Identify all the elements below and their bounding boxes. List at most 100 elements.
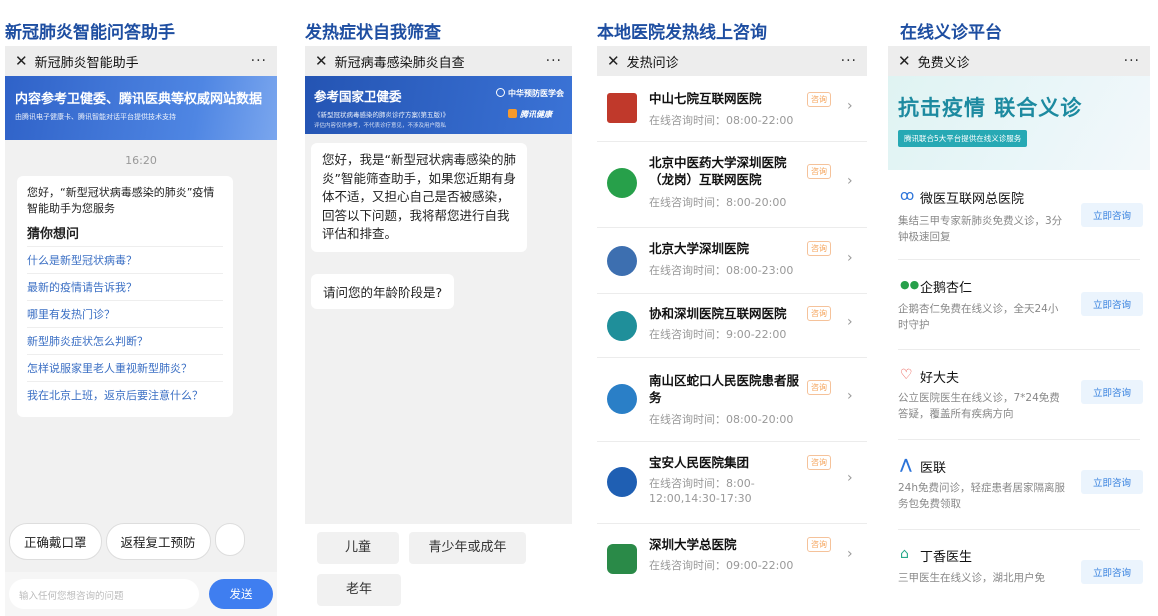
panel-free-consult: 在线义诊平台 ✕ 免费义诊 ··· 抗击疫情 联合义诊 腾讯联合5大平台提供在线… bbox=[888, 0, 1150, 616]
consult-tag: 咨询 bbox=[807, 537, 831, 552]
consult-now-button[interactable]: 立即咨询 bbox=[1081, 380, 1143, 404]
quick-reply-chips: 正确戴口罩 返程复工预防 bbox=[5, 523, 245, 560]
panel-ai-assistant: 新冠肺炎智能问答助手 ✕ 新冠肺炎智能助手 ··· 内容参考卫健委、腾讯医典等权… bbox=[5, 0, 277, 616]
age-question: 请问您的年龄阶段是? bbox=[311, 274, 455, 309]
banner-title: 抗击疫情 联合义诊 bbox=[898, 96, 1083, 120]
section-title: 本地医院发热线上咨询 bbox=[597, 23, 767, 43]
option-child[interactable]: 儿童 bbox=[317, 532, 399, 564]
hospital-row[interactable]: 中山七院互联网医院 在线咨询时间：08:00-22:00 咨询 › bbox=[597, 76, 867, 142]
platform-row[interactable]: ♡ 好大夫 公立医院医生在线义诊，7*24免费答疑，覆盖所有疾病方向 立即咨询 bbox=[898, 350, 1143, 440]
suggested-question[interactable]: 最新的疫情请告诉我？ bbox=[27, 273, 223, 300]
hospital-logo-icon bbox=[607, 311, 637, 341]
chevron-right-icon: › bbox=[847, 388, 853, 404]
close-icon[interactable]: ✕ bbox=[607, 52, 620, 70]
penguin-icon: ●● bbox=[900, 278, 920, 291]
section-title: 新冠肺炎智能问答助手 bbox=[5, 23, 175, 43]
hospital-logo-icon bbox=[607, 246, 637, 276]
chip-mask[interactable]: 正确戴口罩 bbox=[9, 523, 102, 560]
consult-now-button[interactable]: 立即咨询 bbox=[1081, 470, 1143, 494]
chat-area: 您好，我是“新型冠状病毒感染的肺炎”智能筛查助手，如果您近期有身体不适，又担心自… bbox=[305, 134, 572, 616]
hospital-logo-icon bbox=[607, 168, 637, 198]
platform-row[interactable]: ●● 企鹅杏仁 企鹅杏仁免费在线义诊，全天24小时守护 立即咨询 bbox=[898, 260, 1143, 350]
consult-hours: 在线咨询时间：09:00-22:00 bbox=[649, 559, 794, 572]
consult-hours: 在线咨询时间：9:00-22:00 bbox=[649, 328, 787, 341]
banner-title: 内容参考卫健委、腾讯医典等权威网站数据 bbox=[15, 92, 263, 107]
hospital-logo-icon bbox=[607, 467, 637, 497]
close-icon[interactable]: ✕ bbox=[315, 52, 328, 70]
panel-self-check: 发热症状自我筛查 ✕ 新冠病毒感染肺炎自查 ··· 参考国家卫健委 《新型冠状病… bbox=[305, 0, 572, 616]
close-icon[interactable]: ✕ bbox=[898, 52, 911, 70]
chat-timestamp: 16:20 bbox=[125, 154, 157, 167]
platform-row[interactable]: ⋀ 医联 24h免费问诊，轻症患者居家隔离服务包免费领取 立即咨询 bbox=[898, 440, 1143, 530]
hospital-row[interactable]: 南山区蛇口人民医院患者服务 在线咨询时间：08:00-20:00 咨询 › bbox=[597, 358, 867, 442]
phone-screen: ✕ 新冠肺炎智能助手 ··· 内容参考卫健委、腾讯医典等权威网站数据 由腾讯电子… bbox=[5, 46, 277, 616]
nav-bar: ✕ 免费义诊 ··· bbox=[888, 46, 1150, 76]
hospital-name: 中山七院互联网医院 bbox=[649, 91, 762, 106]
hospital-name: 深圳大学总医院 bbox=[649, 537, 737, 552]
tencent-health-label: 腾讯健康 bbox=[520, 110, 552, 119]
nav-title: 新冠肺炎智能助手 bbox=[34, 55, 139, 71]
more-icon[interactable]: ··· bbox=[251, 53, 267, 69]
hospital-row[interactable]: 宝安人民医院集团 在线咨询时间：8:00-12:00,14:30-17:30 咨… bbox=[597, 442, 867, 524]
nav-title: 发热问诊 bbox=[626, 55, 679, 71]
close-icon[interactable]: ✕ bbox=[15, 52, 28, 70]
suggested-question[interactable]: 怎样说服家里老人重视新型肺炎？ bbox=[27, 354, 223, 381]
input-bar: 输入任何您想咨询的问题 发送 bbox=[5, 572, 277, 616]
platform-row[interactable]: ꝏ 微医互联网总医院 集结三甲专家新肺炎免费义诊，3分钟极速回复 立即咨询 bbox=[898, 170, 1143, 260]
hospital-row[interactable]: 协和深圳医院互联网医院 在线咨询时间：9:00-22:00 咨询 › bbox=[597, 294, 867, 358]
chevron-right-icon: › bbox=[847, 173, 853, 189]
suggested-question[interactable]: 哪里有发热门诊？ bbox=[27, 300, 223, 327]
panel-hospitals: 本地医院发热线上咨询 ✕ 发热问诊 ··· 中山七院互联网医院 在线咨询时间：0… bbox=[597, 0, 867, 616]
more-icon[interactable]: ··· bbox=[841, 53, 857, 69]
suggested-question[interactable]: 我在北京上班，返京后要注意什么？ bbox=[27, 381, 223, 408]
tencent-health-logo: 腾讯健康 bbox=[508, 109, 552, 120]
hospital-row[interactable]: 北京大学深圳医院 在线咨询时间：08:00-23:00 咨询 › bbox=[597, 228, 867, 294]
chevron-right-icon: › bbox=[847, 470, 853, 486]
nav-bar: ✕ 发热问诊 ··· bbox=[597, 46, 867, 76]
send-button[interactable]: 发送 bbox=[209, 579, 273, 609]
suggested-question[interactable]: 什么是新型冠状病毒？ bbox=[27, 246, 223, 273]
hospital-name: 南山区蛇口人民医院患者服务 bbox=[649, 373, 800, 405]
platform-name: 好大夫 bbox=[920, 371, 960, 386]
chip-more[interactable] bbox=[214, 523, 245, 556]
consult-hours: 在线咨询时间：08:00-20:00 bbox=[649, 413, 794, 426]
nav-title: 免费义诊 bbox=[917, 55, 970, 71]
consult-now-button[interactable]: 立即咨询 bbox=[1081, 292, 1143, 316]
hospital-row[interactable]: 深圳大学总医院 在线咨询时间：09:00-22:00 咨询 › bbox=[597, 524, 867, 594]
more-icon[interactable]: ··· bbox=[546, 53, 562, 69]
hospital-row[interactable]: 北京中医药大学深圳医院（龙岗）互联网医院 在线咨询时间：8:00-20:00 咨… bbox=[597, 142, 867, 228]
hospital-logo-icon bbox=[607, 93, 637, 123]
nav-bar: ✕ 新冠病毒感染肺炎自查 ··· bbox=[305, 46, 572, 76]
platform-desc: 公立医院医生在线义诊，7*24免费答疑，覆盖所有疾病方向 bbox=[898, 392, 1060, 420]
section-title: 在线义诊平台 bbox=[900, 23, 1002, 43]
more-icon[interactable]: ··· bbox=[1124, 53, 1140, 69]
banner: 抗击疫情 联合义诊 腾讯联合5大平台提供在线义诊服务 bbox=[888, 76, 1150, 170]
consult-tag: 咨询 bbox=[807, 92, 831, 107]
option-adult[interactable]: 青少年或成年 bbox=[409, 532, 526, 564]
chip-return-work[interactable]: 返程复工预防 bbox=[105, 523, 211, 560]
suggestions-heading: 猜你想问 bbox=[27, 227, 80, 242]
haodf-icon: ♡ bbox=[900, 367, 913, 383]
intro-text: 您好，“新型冠状病毒感染的肺炎”疫情智能助手为您服务 bbox=[27, 186, 215, 215]
consult-tag: 咨询 bbox=[807, 164, 831, 179]
consult-hours: 在线咨询时间：8:00-12:00,14:30-17:30 bbox=[649, 477, 755, 505]
consult-now-button[interactable]: 立即咨询 bbox=[1081, 560, 1143, 584]
question-input[interactable]: 输入任何您想咨询的问题 bbox=[9, 579, 199, 609]
option-elderly[interactable]: 老年 bbox=[317, 574, 401, 606]
banner: 内容参考卫健委、腾讯医典等权威网站数据 由腾讯电子健康卡、腾讯智能对话平台提供技… bbox=[5, 76, 277, 140]
platform-name: 微医互联网总医院 bbox=[920, 192, 1025, 207]
bot-message: 您好，“新型冠状病毒感染的肺炎”疫情智能助手为您服务 猜你想问 什么是新型冠状病… bbox=[17, 176, 233, 417]
chevron-right-icon: › bbox=[847, 546, 853, 562]
cpma-label: 中华预防医学会 bbox=[508, 89, 564, 98]
hospital-name: 北京中医药大学深圳医院（龙岗）互联网医院 bbox=[649, 155, 787, 187]
platform-name: 医联 bbox=[920, 461, 947, 476]
consult-tag: 咨询 bbox=[807, 306, 831, 321]
chat-area: 16:20 您好，“新型冠状病毒感染的肺炎”疫情智能助手为您服务 猜你想问 什么… bbox=[5, 140, 277, 616]
platform-row[interactable]: ⌂ 丁香医生 三甲医生在线义诊，湖北用户免 立即咨询 bbox=[898, 530, 1143, 616]
suggested-question[interactable]: 新型肺炎症状怎么判断？ bbox=[27, 327, 223, 354]
chevron-right-icon: › bbox=[847, 98, 853, 114]
consult-now-button[interactable]: 立即咨询 bbox=[1081, 203, 1143, 227]
tencent-health-icon bbox=[508, 109, 517, 118]
hospital-logo-icon bbox=[607, 544, 637, 574]
consult-hours: 在线咨询时间：08:00-23:00 bbox=[649, 264, 794, 277]
